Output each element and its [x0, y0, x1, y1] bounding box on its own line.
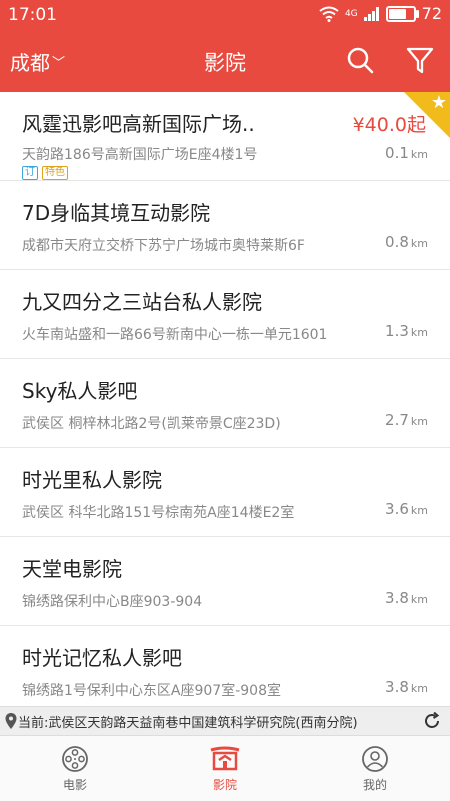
cinema-name: 时光里私人影院 [22, 468, 162, 492]
status-bar: 17:01 4G 72 [0, 0, 450, 30]
search-icon[interactable] [344, 44, 376, 76]
cinema-distance: 2.7 km [385, 411, 428, 429]
nav-bar: 成都 ﹀ 影院 [0, 30, 450, 92]
current-location-bar: 当前:武侯区天韵路天益南巷中国建筑科学研究院(西南分院) [0, 706, 450, 735]
tab-mine[interactable]: 我的 [300, 736, 450, 801]
bottom-tab-bar: 电影 影院 我的 [0, 735, 450, 801]
cinema-name: 风霆迅影吧高新国际广场.. [22, 112, 255, 136]
star-icon: ★ [430, 92, 447, 113]
filter-icon[interactable] [404, 44, 436, 76]
cinema-address: 武侯区 桐梓林北路2号(凯莱帝景C座23D) [22, 416, 281, 432]
cinema-distance: 1.3 km [385, 322, 428, 340]
tag-booking: 订 [22, 166, 38, 180]
tab-cinemas[interactable]: 影院 [150, 736, 300, 801]
film-reel-icon [62, 746, 88, 772]
cinema-address: 武侯区 科华北路151号棕南苑A座14楼E2室 [22, 505, 295, 521]
profile-icon [362, 746, 388, 772]
cinema-name: 九又四分之三站台私人影院 [22, 290, 262, 314]
signal-icon [363, 6, 379, 21]
cinema-item[interactable]: 天堂电影院 锦绣路保利中心B座903-904 3.8 km [0, 537, 450, 626]
tab-label: 影院 [212, 778, 237, 792]
cinema-icon [210, 746, 240, 771]
cinema-name: Sky私人影吧 [22, 379, 138, 403]
tab-label: 我的 [362, 778, 387, 792]
cinema-item[interactable]: Sky私人影吧 武侯区 桐梓林北路2号(凯莱帝景C座23D) 2.7 km [0, 359, 450, 448]
tab-label: 电影 [62, 778, 87, 792]
cinema-name: 天堂电影院 [22, 557, 122, 581]
cinema-distance: 3.8 km [385, 589, 428, 607]
cinema-item[interactable]: 时光记忆私人影吧 锦绣路1号保利中心东区A座907室-908室 3.8 km [0, 626, 450, 706]
refresh-icon[interactable] [422, 711, 442, 731]
cinema-address: 成都市天府立交桥下苏宁广场城市奥特莱斯6F [22, 238, 305, 254]
cinema-list[interactable]: 风霆迅影吧高新国际广场.. ¥40.0起 ★ 天韵路186号高新国际广场E座4楼… [0, 92, 450, 706]
cinema-tags: 订 特色 [22, 166, 68, 180]
cinema-address: 锦绣路1号保利中心东区A座907室-908室 [22, 683, 281, 699]
cinema-item[interactable]: 时光里私人影院 武侯区 科华北路151号棕南苑A座14楼E2室 3.6 km [0, 448, 450, 537]
location-pin-icon [5, 713, 17, 729]
page-title: 影院 [204, 51, 246, 75]
current-location-text: 当前:武侯区天韵路天益南巷中国建筑科学研究院(西南分院) [18, 716, 358, 731]
cinema-distance: 3.6 km [385, 500, 428, 518]
cinema-address: 锦绣路保利中心B座903-904 [22, 594, 203, 610]
cinema-item[interactable]: 7D身临其境互动影院 成都市天府立交桥下苏宁广场城市奥特莱斯6F 0.8 km [0, 181, 450, 270]
cinema-item[interactable]: 风霆迅影吧高新国际广场.. ¥40.0起 ★ 天韵路186号高新国际广场E座4楼… [0, 92, 450, 181]
cinema-name: 7D身临其境互动影院 [22, 201, 211, 225]
wifi-icon [319, 6, 339, 22]
cinema-distance: 3.8 km [385, 678, 428, 696]
status-indicators: 4G 72 [319, 4, 442, 23]
status-time: 17:01 [8, 5, 57, 25]
cinema-distance: 0.1 km [385, 144, 428, 162]
cinema-item[interactable]: 九又四分之三站台私人影院 火车南站盛和一路66号新南中心一栋一单元1601 1.… [0, 270, 450, 359]
battery-percent: 72 [421, 4, 442, 23]
network-label: 4G [344, 8, 358, 19]
battery-icon [385, 5, 419, 22]
tag-special: 特色 [42, 166, 68, 180]
cinema-address: 天韵路186号高新国际广场E座4楼1号 [22, 147, 258, 163]
cinema-address: 火车南站盛和一路66号新南中心一栋一单元1601 [22, 327, 328, 343]
cinema-distance: 0.8 km [385, 233, 428, 251]
cinema-name: 时光记忆私人影吧 [22, 646, 182, 670]
tab-movies[interactable]: 电影 [0, 736, 150, 801]
